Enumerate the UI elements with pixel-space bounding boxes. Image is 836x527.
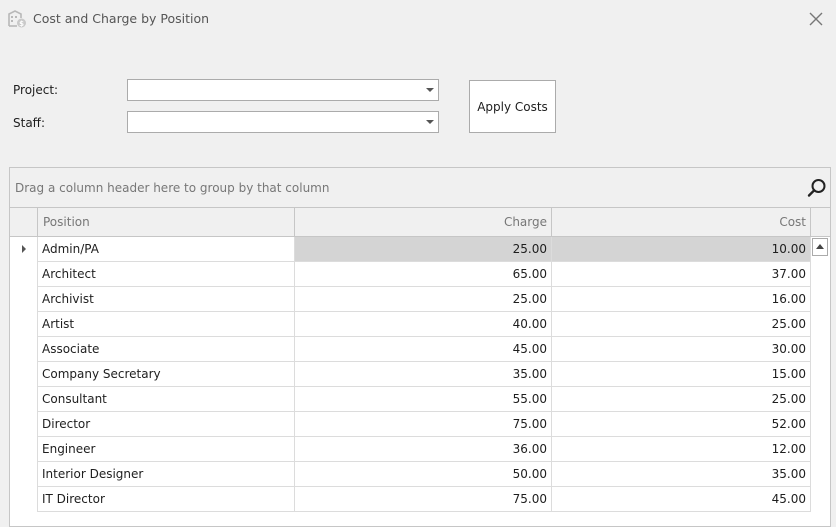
- cell-position[interactable]: Engineer: [38, 437, 295, 462]
- table-row[interactable]: Engineer 36.00 12.00: [10, 437, 811, 462]
- table-row[interactable]: IT Director 75.00 45.00: [10, 487, 811, 512]
- cell-cost[interactable]: 25.00: [552, 387, 811, 412]
- table-row[interactable]: Consultant 55.00 25.00: [10, 387, 811, 412]
- cell-cost[interactable]: 37.00: [552, 262, 811, 287]
- cell-position[interactable]: Admin/PA: [38, 237, 295, 262]
- cell-cost[interactable]: 30.00: [552, 337, 811, 362]
- cell-charge[interactable]: 35.00: [295, 362, 552, 387]
- row-indicator[interactable]: [10, 387, 38, 412]
- cell-position[interactable]: Consultant: [38, 387, 295, 412]
- row-indicator[interactable]: [10, 487, 38, 512]
- staff-label: Staff:: [13, 116, 45, 130]
- cell-position[interactable]: Director: [38, 412, 295, 437]
- focused-row-arrow-icon: [22, 245, 26, 253]
- table-row[interactable]: Interior Designer 50.00 35.00: [10, 462, 811, 487]
- cell-cost[interactable]: 35.00: [552, 462, 811, 487]
- cell-charge[interactable]: 50.00: [295, 462, 552, 487]
- search-icon[interactable]: [806, 177, 828, 199]
- apply-costs-button[interactable]: Apply Costs: [469, 80, 556, 133]
- cell-cost[interactable]: 15.00: [552, 362, 811, 387]
- row-indicator[interactable]: [10, 237, 38, 262]
- title-bar: $ Cost and Charge by Position: [0, 0, 836, 38]
- row-indicator[interactable]: [10, 412, 38, 437]
- column-header-position[interactable]: Position: [38, 208, 295, 236]
- cell-charge[interactable]: 75.00: [295, 412, 552, 437]
- chevron-down-icon[interactable]: [426, 120, 434, 124]
- row-indicator[interactable]: [10, 462, 38, 487]
- cell-charge[interactable]: 65.00: [295, 262, 552, 287]
- close-icon[interactable]: [806, 9, 826, 29]
- column-header-cost[interactable]: Cost: [552, 208, 811, 236]
- cell-position[interactable]: Artist: [38, 312, 295, 337]
- vertical-scrollbar[interactable]: [811, 237, 830, 526]
- cell-position[interactable]: Associate: [38, 337, 295, 362]
- group-by-panel[interactable]: Drag a column header here to group by th…: [10, 168, 830, 208]
- window-title: Cost and Charge by Position: [33, 11, 210, 26]
- row-indicator[interactable]: [10, 312, 38, 337]
- cell-position[interactable]: IT Director: [38, 487, 295, 512]
- building-dollar-icon: $: [8, 10, 26, 28]
- cell-position[interactable]: Architect: [38, 262, 295, 287]
- cell-charge[interactable]: 55.00: [295, 387, 552, 412]
- cell-cost[interactable]: 45.00: [552, 487, 811, 512]
- row-indicator-header: [10, 208, 38, 236]
- chevron-up-icon: [816, 244, 824, 249]
- column-header-row: Position Charge Cost: [10, 208, 830, 237]
- table-row[interactable]: Artist 40.00 25.00: [10, 312, 811, 337]
- table-row[interactable]: Director 75.00 52.00: [10, 412, 811, 437]
- row-indicator[interactable]: [10, 437, 38, 462]
- project-dropdown[interactable]: [127, 79, 439, 101]
- chevron-down-icon[interactable]: [426, 88, 434, 92]
- cell-charge[interactable]: 75.00: [295, 487, 552, 512]
- staff-dropdown[interactable]: [127, 111, 439, 133]
- column-header-charge[interactable]: Charge: [295, 208, 552, 236]
- cell-position[interactable]: Interior Designer: [38, 462, 295, 487]
- cell-cost[interactable]: 52.00: [552, 412, 811, 437]
- table-row[interactable]: Archivist 25.00 16.00: [10, 287, 811, 312]
- cell-charge[interactable]: 25.00: [295, 237, 552, 262]
- cell-cost[interactable]: 16.00: [552, 287, 811, 312]
- cell-charge[interactable]: 45.00: [295, 337, 552, 362]
- cell-cost[interactable]: 25.00: [552, 312, 811, 337]
- header-scroll-spacer: [811, 208, 830, 236]
- project-label: Project:: [13, 83, 59, 97]
- cost-charge-grid: Drag a column header here to group by th…: [9, 167, 831, 527]
- row-indicator[interactable]: [10, 262, 38, 287]
- table-row[interactable]: Architect 65.00 37.00: [10, 262, 811, 287]
- cell-charge[interactable]: 25.00: [295, 287, 552, 312]
- row-indicator[interactable]: [10, 362, 38, 387]
- table-row[interactable]: Associate 45.00 30.00: [10, 337, 811, 362]
- scroll-up-button[interactable]: [812, 238, 828, 256]
- cell-position[interactable]: Company Secretary: [38, 362, 295, 387]
- cell-charge[interactable]: 36.00: [295, 437, 552, 462]
- cell-cost[interactable]: 10.00: [552, 237, 811, 262]
- svg-text:$: $: [19, 20, 24, 28]
- cell-position[interactable]: Archivist: [38, 287, 295, 312]
- cell-charge[interactable]: 40.00: [295, 312, 552, 337]
- group-panel-hint: Drag a column header here to group by th…: [15, 181, 330, 195]
- table-row[interactable]: Admin/PA 25.00 10.00: [10, 237, 811, 262]
- row-indicator[interactable]: [10, 337, 38, 362]
- table-row[interactable]: Company Secretary 35.00 15.00: [10, 362, 811, 387]
- row-indicator[interactable]: [10, 287, 38, 312]
- cell-cost[interactable]: 12.00: [552, 437, 811, 462]
